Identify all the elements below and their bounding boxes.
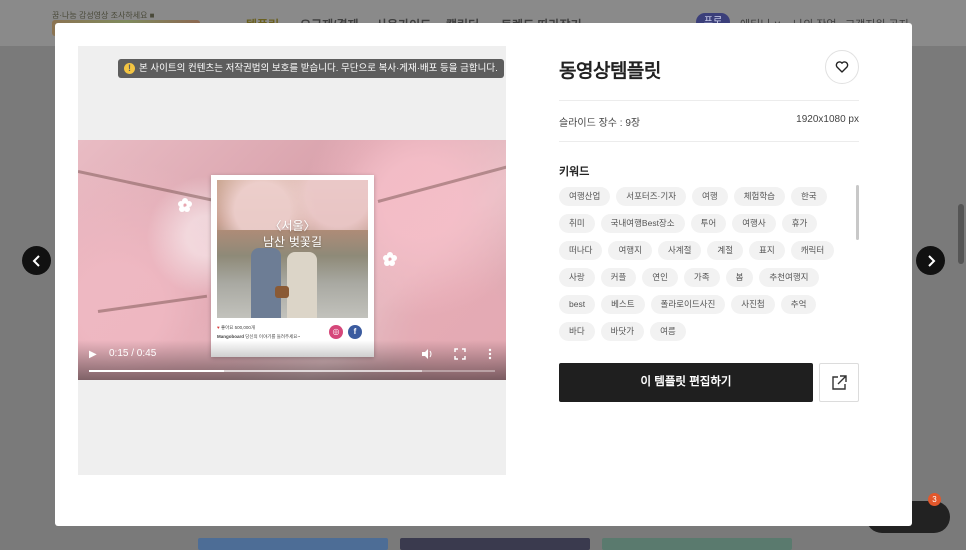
next-template-button[interactable] bbox=[916, 246, 945, 275]
keyword-tag-list: 여행산업 서포터즈·기자 여행 체험학습 한국취미 국내여행Best장소 투어 여행사 휴가떠나… bbox=[559, 187, 854, 341]
template-preview: ! 본 사이트의 컨텐츠는 저작권법의 보호를 받습니다. 무단으로 복사·게재… bbox=[78, 46, 506, 475]
keyword-tag[interactable]: 여행산업 bbox=[559, 187, 611, 206]
resolution: 1920x1080 px bbox=[796, 114, 859, 125]
play-icon[interactable]: ▶ bbox=[89, 349, 99, 360]
template-info-panel: 동영상템플릿 슬라이드 장수 : 9장 1920x1080 px 키워드 여행산… bbox=[559, 23, 859, 526]
keyword-tag[interactable]: 취미 bbox=[559, 214, 595, 233]
keyword-tag[interactable]: 여행사 bbox=[732, 214, 776, 233]
divider bbox=[559, 100, 859, 101]
keyword-tag[interactable]: 베스트 bbox=[601, 295, 645, 314]
couple-photo: 〈서울〉 남산 벚꽃길 bbox=[217, 180, 368, 318]
bg-thumbnail bbox=[400, 538, 590, 550]
keyword-tag[interactable]: 봄 bbox=[725, 268, 754, 287]
keyword-scrollbar[interactable] bbox=[856, 185, 859, 240]
copyright-notice: ! 본 사이트의 컨텐츠는 저작권법의 보호를 받습니다. 무단으로 복사·게재… bbox=[118, 59, 504, 78]
keyword-tag[interactable]: 캐릭터 bbox=[790, 241, 835, 260]
video-progress-track[interactable] bbox=[89, 370, 495, 372]
copyright-notice-text: 본 사이트의 컨텐츠는 저작권법의 보호를 받습니다. 무단으로 복사·게재·배… bbox=[139, 63, 498, 74]
page-scrollbar[interactable] bbox=[958, 204, 964, 264]
keyword-tag[interactable]: 투어 bbox=[690, 214, 727, 233]
keyword-tag[interactable]: best bbox=[559, 295, 596, 314]
post-caption: 당신의 이야기를 들려주세요~ bbox=[245, 334, 301, 339]
keyword-tag[interactable]: 사진첩 bbox=[731, 295, 775, 314]
branch bbox=[97, 294, 208, 313]
keyword-tag[interactable]: 떠나다 bbox=[559, 241, 603, 260]
keyword-tag[interactable]: 커플 bbox=[600, 268, 637, 287]
facebook-icon: f bbox=[348, 325, 362, 339]
keyword-tag[interactable]: 폴라로이드사진 bbox=[650, 295, 726, 314]
volume-icon[interactable] bbox=[421, 348, 433, 360]
template-title: 동영상템플릿 bbox=[559, 61, 661, 82]
keyword-tag[interactable]: 연인 bbox=[642, 268, 678, 287]
instagram-icon: ◎ bbox=[329, 325, 343, 339]
keyword-tag[interactable]: 휴가 bbox=[781, 214, 818, 233]
bg-thumbnail bbox=[602, 538, 792, 550]
open-new-window-button[interactable] bbox=[819, 363, 859, 402]
video-title-line: 남산 벚꽃길 bbox=[262, 235, 322, 249]
keyword-tag[interactable]: 서포터즈·기자 bbox=[616, 187, 687, 206]
cherry-blossom-icon bbox=[178, 198, 192, 212]
heart-outline-icon bbox=[835, 61, 849, 73]
more-options-icon[interactable] bbox=[484, 348, 496, 360]
heart-icon: ♥ bbox=[217, 325, 220, 330]
video-time: 0:15 / 0:45 bbox=[109, 348, 157, 359]
bg-thumbnail bbox=[198, 538, 388, 550]
fullscreen-icon[interactable] bbox=[454, 348, 466, 360]
prev-template-button[interactable] bbox=[22, 246, 51, 275]
warning-icon: ! bbox=[124, 63, 135, 74]
person-figure bbox=[251, 248, 281, 318]
keyword-tag[interactable]: 사계절 bbox=[657, 241, 702, 260]
branch bbox=[78, 170, 216, 203]
keyword-tag[interactable]: 여름 bbox=[650, 322, 686, 341]
polaroid-frame: 〈서울〉 남산 벚꽃길 ♥ 좋아요 500,000개 Mangoboard 당신… bbox=[211, 175, 374, 357]
keyword-tag[interactable]: 바다 bbox=[559, 322, 595, 341]
edit-template-button[interactable]: 이 템플릿 편집하기 bbox=[559, 363, 813, 402]
video-title: 〈서울〉 남산 벚꽃길 bbox=[217, 218, 368, 250]
keywords-heading: 키워드 bbox=[559, 166, 590, 178]
keyword-tag[interactable]: 사랑 bbox=[559, 268, 595, 287]
keyword-tag[interactable]: 계절 bbox=[707, 241, 744, 260]
keyword-tag[interactable]: 한국 bbox=[790, 187, 827, 206]
likes-count: 좋아요 500,000개 bbox=[220, 325, 256, 330]
template-detail-modal: ! 본 사이트의 컨텐츠는 저작권법의 보호를 받습니다. 무단으로 복사·게재… bbox=[55, 23, 912, 526]
person-figure bbox=[287, 252, 317, 318]
keyword-tag[interactable]: 추천여행지 bbox=[759, 268, 819, 287]
keyword-tag[interactable]: 바닷가 bbox=[600, 322, 645, 341]
keyword-tag[interactable]: 체험학습 bbox=[733, 187, 785, 206]
chevron-right-icon bbox=[927, 254, 935, 267]
divider bbox=[559, 141, 859, 142]
branch bbox=[377, 163, 506, 203]
account-name: Mangoboard bbox=[217, 334, 244, 339]
keyword-tag[interactable]: 추억 bbox=[780, 295, 817, 314]
chevron-left-icon bbox=[32, 254, 40, 267]
video-title-line: 〈서울〉 bbox=[269, 219, 316, 233]
video-progress-fill bbox=[89, 370, 225, 372]
chat-count-badge: 3 bbox=[928, 493, 941, 506]
external-link-icon bbox=[832, 374, 847, 390]
keyword-tag[interactable]: 표지 bbox=[749, 241, 785, 260]
keyword-tag[interactable]: 국내여행Best장소 bbox=[600, 214, 685, 233]
post-meta: ♥ 좋아요 500,000개 Mangoboard 당신의 이야기를 들려주세요… bbox=[217, 323, 300, 341]
slide-count: 슬라이드 장수 : 9장 bbox=[559, 118, 641, 129]
video-player[interactable]: 〈서울〉 남산 벚꽃길 ♥ 좋아요 500,000개 Mangoboard 당신… bbox=[78, 140, 506, 380]
video-controls: ▶ 0:15 / 0:45 bbox=[78, 340, 506, 380]
keyword-tag[interactable]: 가족 bbox=[683, 268, 720, 287]
favorite-button[interactable] bbox=[825, 50, 859, 84]
keyword-tag[interactable]: 여행 bbox=[692, 187, 728, 206]
cherry-blossom-icon bbox=[383, 252, 397, 266]
keyword-tag[interactable]: 여행지 bbox=[608, 241, 652, 260]
bag bbox=[275, 286, 289, 298]
